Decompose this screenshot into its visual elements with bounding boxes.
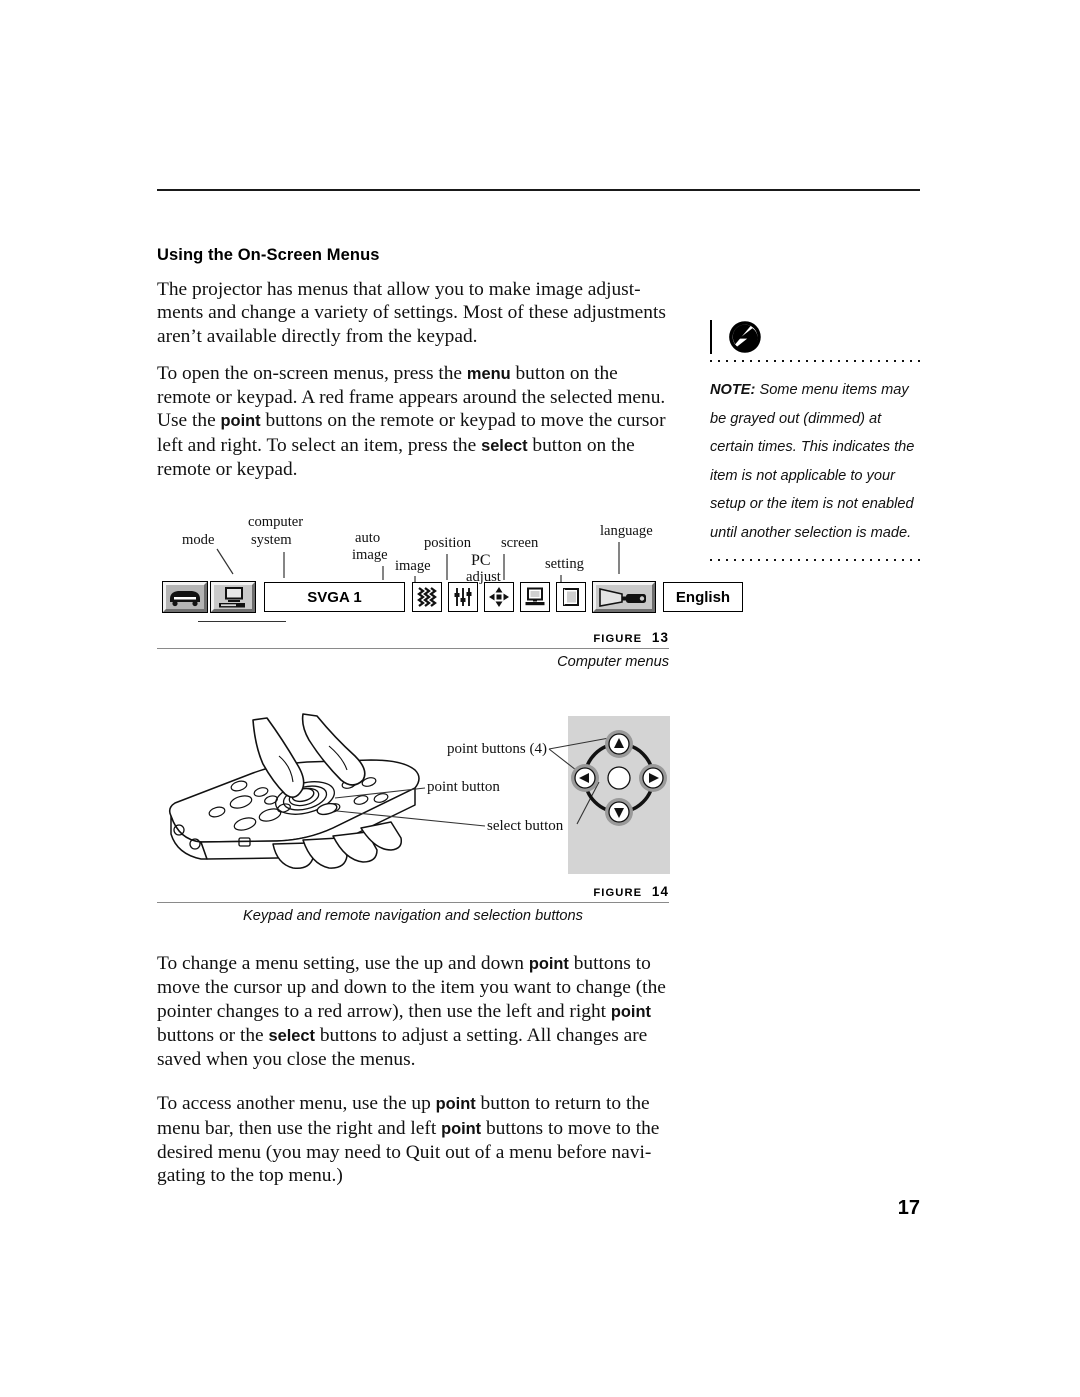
- main-text-column-lower: To change a menu setting, use the up and…: [157, 952, 669, 1202]
- note-body: Some menu items may be grayed out (dimme…: [710, 382, 915, 541]
- figure-14-caption: FIGURE 14 Keypad and remote navigation a…: [157, 884, 669, 924]
- auto-image-icon[interactable]: [412, 582, 442, 612]
- note-lightning-icon: [728, 320, 762, 354]
- setting-projector-icon[interactable]: [592, 581, 656, 613]
- computer-monitor-icon[interactable]: [210, 581, 256, 613]
- paragraph-4: To access another menu, use the up point…: [157, 1093, 660, 1187]
- figure-13-title: Computer menus: [557, 654, 669, 671]
- image-sliders-icon[interactable]: [448, 582, 478, 612]
- figure-13-graphic: mode computer system auto image image po…: [157, 508, 743, 628]
- figure-14-title: Keypad and remote navigation and selecti…: [243, 908, 583, 925]
- paragraph-1: The projector has menus that allow you t…: [157, 279, 666, 347]
- select-button-center: [607, 766, 631, 790]
- note-sidebar: NOTE: Some menu items may be grayed out …: [710, 318, 925, 561]
- figure-14-graphic: point buttons (4) point button select bu…: [157, 712, 670, 877]
- screen-icon[interactable]: [556, 582, 586, 612]
- note-dotted-rule-top: [710, 360, 925, 362]
- figure-13-caption: FIGURE 13 Computer menus: [157, 630, 669, 670]
- point-button-down: [605, 798, 633, 826]
- note-vertical-bar: [710, 320, 712, 354]
- keypad-navigation-ring: [571, 730, 667, 826]
- note-marker: [710, 318, 925, 360]
- note-dotted-rule-bottom: [710, 559, 925, 561]
- pc-adjust-laptop-icon[interactable]: [520, 582, 550, 612]
- point-button-up: [605, 730, 633, 758]
- computer-system-value[interactable]: SVGA 1: [264, 582, 405, 612]
- figure-13-caption-rule: [157, 648, 669, 650]
- page-title: Using the On-Screen Menus: [157, 246, 380, 264]
- main-text-column: Using the On-Screen Menus The projector …: [157, 246, 669, 495]
- figure-13-num: 13: [651, 630, 669, 645]
- figure-14-caption-rule: [157, 902, 669, 904]
- note-lead: NOTE:: [710, 382, 756, 398]
- manual-page: Using the On-Screen Menus The projector …: [0, 0, 1080, 1397]
- note-text: NOTE: Some menu items may be grayed out …: [710, 376, 925, 547]
- figure-14-number: FIGURE 14: [157, 884, 669, 899]
- paragraph-2: To open the on-screen menus, press the m…: [157, 362, 666, 481]
- figure-13-number: FIGURE 13: [157, 630, 669, 645]
- mode-selection-underline: [198, 621, 286, 623]
- position-arrows-icon[interactable]: [484, 582, 514, 612]
- figure-14-label: FIGURE: [593, 887, 643, 899]
- page-number: 17: [897, 1197, 920, 1219]
- header-rule: [157, 189, 920, 191]
- language-value[interactable]: English: [663, 582, 743, 612]
- figure-14-num: 14: [651, 884, 669, 899]
- point-button-left: [571, 764, 599, 792]
- paragraph-3: To change a menu setting, use the up and…: [157, 953, 666, 1071]
- point-button-right: [639, 764, 667, 792]
- figure-13-label: FIGURE: [593, 633, 643, 645]
- source-video-icon[interactable]: [162, 581, 208, 613]
